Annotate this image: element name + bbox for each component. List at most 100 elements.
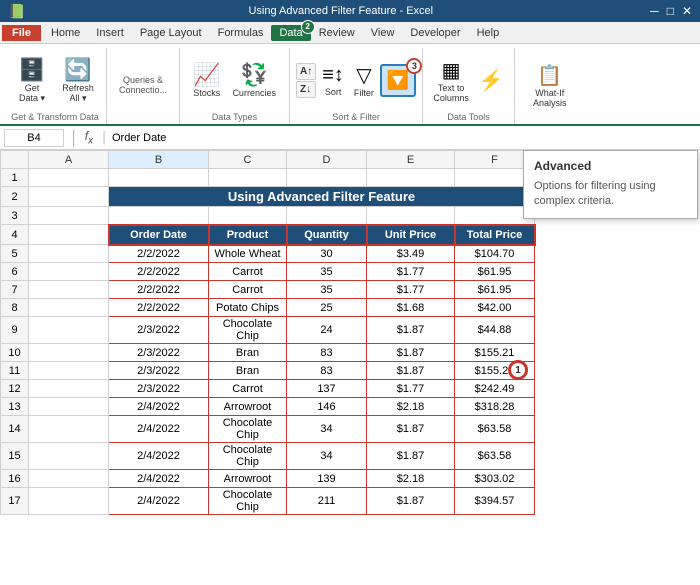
cell-e11[interactable]: $1.87: [367, 362, 455, 380]
maximize-button[interactable]: □: [667, 4, 674, 18]
formulas-menu[interactable]: Formulas: [210, 25, 272, 41]
cell-f16[interactable]: $303.02: [455, 470, 535, 488]
cell-c4-header[interactable]: Product: [209, 225, 287, 245]
cell-c13[interactable]: Arrowroot: [209, 398, 287, 416]
cell-d4-header[interactable]: Quantity: [287, 225, 367, 245]
cell-d14[interactable]: 34: [287, 416, 367, 443]
cell-b10[interactable]: 2/3/2022: [109, 344, 209, 362]
cell-b13[interactable]: 2/4/2022: [109, 398, 209, 416]
cell-a2[interactable]: [29, 187, 109, 207]
what-if-button[interactable]: 📋 What-IfAnalysis: [529, 60, 571, 111]
cell-f14[interactable]: $63.58: [455, 416, 535, 443]
view-menu[interactable]: View: [363, 25, 403, 41]
cell-c12[interactable]: Carrot: [209, 380, 287, 398]
cell-d6[interactable]: 35: [287, 263, 367, 281]
cell-f15[interactable]: $63.58: [455, 443, 535, 470]
help-menu[interactable]: Help: [469, 25, 508, 41]
cell-b8[interactable]: 2/2/2022: [109, 299, 209, 317]
flash-fill-button[interactable]: ⚡: [475, 65, 508, 96]
cell-f13[interactable]: $318.28: [455, 398, 535, 416]
cell-b7[interactable]: 2/2/2022: [109, 281, 209, 299]
cell-e6[interactable]: $1.77: [367, 263, 455, 281]
cell-f12[interactable]: $242.49: [455, 380, 535, 398]
cell-e15[interactable]: $1.87: [367, 443, 455, 470]
cell-d15[interactable]: 34: [287, 443, 367, 470]
cell-c17[interactable]: Chocolate Chip: [209, 488, 287, 515]
cell-f17[interactable]: $394.57: [455, 488, 535, 515]
cell-e8[interactable]: $1.68: [367, 299, 455, 317]
col-header-b[interactable]: B: [109, 151, 209, 169]
cell-b6[interactable]: 2/2/2022: [109, 263, 209, 281]
cell-e1[interactable]: [367, 169, 455, 187]
col-header-c[interactable]: C: [209, 151, 287, 169]
cell-f8[interactable]: $42.00: [455, 299, 535, 317]
cell-b14[interactable]: 2/4/2022: [109, 416, 209, 443]
cell-e14[interactable]: $1.87: [367, 416, 455, 443]
cell-reference-box[interactable]: [4, 129, 64, 147]
cell-b3[interactable]: [109, 207, 209, 225]
cell-e4-header[interactable]: Unit Price: [367, 225, 455, 245]
advanced-filter-button[interactable]: 🔽 3: [380, 64, 416, 97]
currencies-button[interactable]: 💱 Currencies: [228, 59, 280, 101]
data-menu[interactable]: Data 2: [271, 25, 310, 41]
cell-f9[interactable]: $44.88: [455, 317, 535, 344]
stocks-button[interactable]: 📈 Stocks: [189, 59, 224, 101]
cell-b15[interactable]: 2/4/2022: [109, 443, 209, 470]
col-header-a[interactable]: A: [29, 151, 109, 169]
cell-b1[interactable]: [109, 169, 209, 187]
cell-d3[interactable]: [287, 207, 367, 225]
sort-az-button[interactable]: A↑: [296, 63, 316, 80]
cell-c6[interactable]: Carrot: [209, 263, 287, 281]
cell-c3[interactable]: [209, 207, 287, 225]
cell-a1[interactable]: [29, 169, 109, 187]
refresh-all-button[interactable]: 🔄 RefreshAll ▾: [56, 54, 100, 107]
cell-c9[interactable]: Chocolate Chip: [209, 317, 287, 344]
cell-b5[interactable]: 2/2/2022: [109, 245, 209, 263]
cell-c11[interactable]: Bran: [209, 362, 287, 380]
cell-b11[interactable]: 2/3/2022: [109, 362, 209, 380]
sort-button[interactable]: ≡↕ Sort: [318, 61, 348, 100]
cell-d11[interactable]: 83: [287, 362, 367, 380]
cell-e17[interactable]: $1.87: [367, 488, 455, 515]
cell-f10[interactable]: $155.21: [455, 344, 535, 362]
cell-d12[interactable]: 137: [287, 380, 367, 398]
cell-d8[interactable]: 25: [287, 299, 367, 317]
cell-f5[interactable]: $104.70: [455, 245, 535, 263]
cell-f7[interactable]: $61.95: [455, 281, 535, 299]
review-menu[interactable]: Review: [311, 25, 363, 41]
cell-c5[interactable]: Whole Wheat: [209, 245, 287, 263]
cell-c7[interactable]: Carrot: [209, 281, 287, 299]
cell-e10[interactable]: $1.87: [367, 344, 455, 362]
cell-d10[interactable]: 83: [287, 344, 367, 362]
cell-f4-header[interactable]: Total Price: [455, 225, 535, 245]
cell-d1[interactable]: [287, 169, 367, 187]
cell-b16[interactable]: 2/4/2022: [109, 470, 209, 488]
cell-d13[interactable]: 146: [287, 398, 367, 416]
cell-d7[interactable]: 35: [287, 281, 367, 299]
cell-d9[interactable]: 24: [287, 317, 367, 344]
text-to-columns-button[interactable]: ▦ Text toColumns: [429, 55, 473, 106]
cell-f6[interactable]: $61.95: [455, 263, 535, 281]
cell-d17[interactable]: 211: [287, 488, 367, 515]
cell-e3[interactable]: [367, 207, 455, 225]
cell-c16[interactable]: Arrowroot: [209, 470, 287, 488]
cell-e16[interactable]: $2.18: [367, 470, 455, 488]
developer-menu[interactable]: Developer: [402, 25, 468, 41]
filter-button[interactable]: ▽ Filter: [350, 60, 378, 101]
merged-title-cell[interactable]: Using Advanced Filter Feature: [109, 187, 535, 207]
cell-d16[interactable]: 139: [287, 470, 367, 488]
cell-e9[interactable]: $1.87: [367, 317, 455, 344]
cell-a4[interactable]: [29, 225, 109, 245]
cell-c10[interactable]: Bran: [209, 344, 287, 362]
close-button[interactable]: ✕: [682, 4, 692, 18]
cell-a3[interactable]: [29, 207, 109, 225]
page-layout-menu[interactable]: Page Layout: [132, 25, 210, 41]
cell-e5[interactable]: $3.49: [367, 245, 455, 263]
cell-b9[interactable]: 2/3/2022: [109, 317, 209, 344]
cell-c8[interactable]: Potato Chips: [209, 299, 287, 317]
cell-e7[interactable]: $1.77: [367, 281, 455, 299]
cell-b4-header[interactable]: Order Date: [109, 225, 209, 245]
col-header-d[interactable]: D: [287, 151, 367, 169]
sort-za-button[interactable]: Z↓: [296, 81, 316, 98]
home-menu[interactable]: Home: [43, 25, 88, 41]
